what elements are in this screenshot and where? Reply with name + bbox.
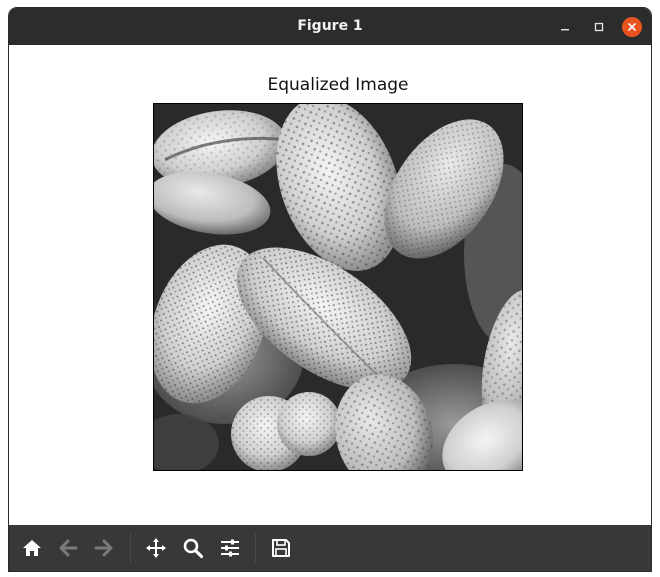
minimize-button[interactable] [555,17,575,37]
image-axes[interactable] [153,103,523,471]
maximize-icon [594,22,604,32]
title-bar[interactable]: Figure 1 [9,8,651,45]
minimize-icon [561,29,569,31]
configure-subplots-button[interactable] [217,535,243,561]
toolbar-separator [130,533,131,563]
toolbar-separator [255,533,256,563]
home-icon [23,540,41,556]
close-icon [628,23,636,31]
forward-arrow-icon [94,539,113,557]
save-button[interactable] [268,535,294,561]
maximize-button[interactable] [589,17,609,37]
zoom-button[interactable] [180,535,206,561]
plot-title: Equalized Image [267,75,409,95]
grayscale-pollen-image [154,104,522,470]
pan-move-icon [146,538,166,558]
configure-subplots-icon [221,539,239,557]
figure-window: Figure 1 Equalized Image [9,8,651,571]
home-button[interactable] [19,535,45,561]
navigation-toolbar [9,525,651,571]
forward-button[interactable] [91,535,117,561]
back-arrow-icon [59,539,78,557]
save-icon [272,539,290,557]
pan-button[interactable] [143,535,169,561]
figure-canvas[interactable]: Equalized Image [9,45,651,525]
back-button[interactable] [55,535,81,561]
close-button[interactable] [622,17,642,37]
zoom-icon [183,538,204,559]
